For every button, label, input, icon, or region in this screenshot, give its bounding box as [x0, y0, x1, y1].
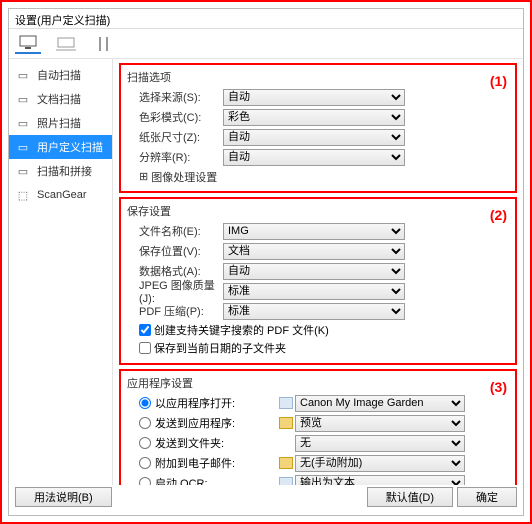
attach-email-radio[interactable] — [139, 457, 151, 469]
pdf-keyword-label: 创建支持关键字搜索的 PDF 文件(K) — [154, 322, 329, 338]
color-select[interactable]: 彩色 — [223, 109, 405, 126]
open-with-select[interactable]: Canon My Image Garden — [295, 395, 465, 412]
defaults-button[interactable]: 默认值(D) — [367, 487, 453, 507]
format-select[interactable]: 自动 — [223, 263, 405, 280]
jpeg-select[interactable]: 标准 — [223, 283, 405, 300]
pdf-keyword-checkbox[interactable] — [139, 324, 151, 336]
res-select[interactable]: 自动 — [223, 149, 405, 166]
start-ocr-label: 启动 OCR: — [155, 475, 208, 485]
group-scan-options: (1) 扫描选项 选择来源(S):自动 色彩模式(C):彩色 纸张尺寸(Z):自… — [119, 63, 517, 193]
custom-scan-icon: ▭ — [15, 140, 31, 154]
callout-3: (3) — [490, 379, 507, 395]
sidebar-label: 文档扫描 — [37, 91, 81, 107]
size-select[interactable]: 自动 — [223, 129, 405, 146]
date-subfolder-label: 保存到当前日期的子文件夹 — [154, 340, 286, 356]
source-label: 选择来源(S): — [127, 89, 223, 105]
plus-icon: ⊞ — [139, 170, 148, 183]
group-title: 保存设置 — [127, 203, 509, 219]
source-select[interactable]: 自动 — [223, 89, 405, 106]
app-icon — [279, 477, 293, 485]
sidebar-item-auto[interactable]: ▭ 自动扫描 — [9, 63, 112, 87]
send-to-app-select[interactable]: 预览 — [295, 415, 465, 432]
folder-icon — [279, 417, 293, 429]
location-select[interactable]: 文档 — [223, 243, 405, 260]
image-processing-label: 图像处理设置 — [151, 169, 217, 185]
dialog-window: 设置(用户定义扫描) ▭ 自动扫描 ▭ 文档扫描 ▭ 照片扫描 ▭ 用户定义扫描 ▭ 扫描… — [8, 8, 524, 516]
folder-icon — [279, 457, 293, 469]
scangear-icon: ⬚ — [15, 188, 31, 202]
top-tabs — [9, 29, 523, 59]
ok-button[interactable]: 确定 — [457, 487, 517, 507]
start-ocr-select[interactable]: 输出为文本 — [295, 475, 465, 486]
color-label: 色彩模式(C): — [127, 109, 223, 125]
document-scan-icon: ▭ — [15, 92, 31, 106]
jpeg-label: JPEG 图像质量(J): — [127, 277, 223, 305]
start-ocr-radio[interactable] — [139, 477, 151, 485]
app-icon — [279, 397, 293, 409]
callout-2: (2) — [490, 207, 507, 223]
res-label: 分辨率(R): — [127, 149, 223, 165]
send-to-folder-radio[interactable] — [139, 437, 151, 449]
bottom-bar: 用法说明(B) 默认值(D) 确定 — [15, 485, 517, 509]
stitch-scan-icon: ▭ — [15, 164, 31, 178]
sidebar-item-custom[interactable]: ▭ 用户定义扫描 — [9, 135, 112, 159]
filename-label: 文件名称(E): — [127, 223, 223, 239]
instructions-button[interactable]: 用法说明(B) — [15, 487, 112, 507]
attach-email-select[interactable]: 无(手动附加) — [295, 455, 465, 472]
group-title: 应用程序设置 — [127, 375, 509, 391]
open-with-label: 以应用程序打开: — [155, 395, 235, 411]
window-title: 设置(用户定义扫描) — [15, 15, 110, 27]
send-to-folder-select[interactable]: 无 — [295, 435, 465, 452]
sidebar-label: 自动扫描 — [37, 67, 81, 83]
group-app-settings: (3) 应用程序设置 以应用程序打开: Canon My Image Garden… — [119, 369, 517, 485]
sidebar-label: 用户定义扫描 — [37, 139, 103, 155]
sidebar-item-stitch[interactable]: ▭ 扫描和拼接 — [9, 159, 112, 183]
sidebar-item-scangear[interactable]: ⬚ ScanGear — [9, 183, 112, 207]
titlebar: 设置(用户定义扫描) — [9, 9, 523, 29]
annotated-screenshot: 设置(用户定义扫描) ▭ 自动扫描 ▭ 文档扫描 ▭ 照片扫描 ▭ 用户定义扫描 ▭ 扫描… — [0, 0, 532, 524]
pdf-select[interactable]: 标准 — [223, 303, 405, 320]
send-to-app-label: 发送到应用程序: — [155, 415, 235, 431]
location-label: 保存位置(V): — [127, 243, 223, 259]
auto-scan-icon: ▭ — [15, 68, 31, 82]
pdf-label: PDF 压缩(P): — [127, 303, 223, 319]
sidebar-item-document[interactable]: ▭ 文档扫描 — [9, 87, 112, 111]
send-to-app-radio[interactable] — [139, 417, 151, 429]
callout-1: (1) — [490, 73, 507, 89]
filename-select[interactable]: IMG — [223, 223, 405, 240]
send-to-folder-label: 发送到文件夹: — [155, 435, 224, 451]
sidebar: ▭ 自动扫描 ▭ 文档扫描 ▭ 照片扫描 ▭ 用户定义扫描 ▭ 扫描和拼接 ⬚ ScanGe… — [9, 59, 113, 485]
attach-email-label: 附加到电子邮件: — [155, 455, 235, 471]
photo-scan-icon: ▭ — [15, 116, 31, 130]
general-settings-tab-icon[interactable] — [91, 34, 117, 54]
image-processing-expand[interactable]: ⊞图像处理设置 — [127, 169, 217, 185]
scan-from-pc-tab-icon[interactable] — [15, 34, 41, 54]
scan-from-panel-tab-icon[interactable] — [53, 34, 79, 54]
sidebar-item-photo[interactable]: ▭ 照片扫描 — [9, 111, 112, 135]
group-save-settings: (2) 保存设置 文件名称(E):IMG 保存位置(V):文档 数据格式(A):… — [119, 197, 517, 365]
sidebar-label: 照片扫描 — [37, 115, 81, 131]
main-panel: (1) 扫描选项 选择来源(S):自动 色彩模式(C):彩色 纸张尺寸(Z):自… — [113, 59, 523, 485]
sidebar-label: 扫描和拼接 — [37, 163, 92, 179]
group-title: 扫描选项 — [127, 69, 509, 85]
sidebar-label: ScanGear — [37, 189, 87, 201]
size-label: 纸张尺寸(Z): — [127, 129, 223, 145]
date-subfolder-checkbox[interactable] — [139, 342, 151, 354]
open-with-radio[interactable] — [139, 397, 151, 409]
